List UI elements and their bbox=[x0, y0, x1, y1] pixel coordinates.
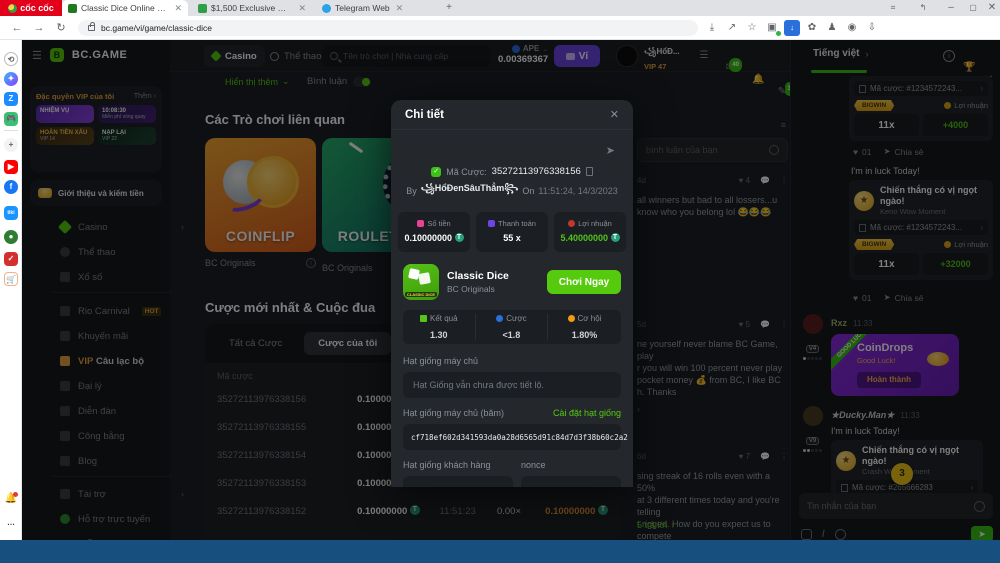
bet-id-row: ✓ Mã Cược: 35272113976338156 bbox=[391, 166, 633, 177]
history-icon[interactable]: ⟲ bbox=[4, 52, 18, 66]
bcgame-favicon-icon bbox=[68, 4, 77, 13]
download-manager-icon[interactable]: ↓ bbox=[784, 20, 800, 36]
bet-id-value: 35272113976338156 bbox=[492, 166, 581, 177]
browser-tab-strip: cốc cốc Classic Dice Online Slot - Pla ✕… bbox=[0, 0, 1000, 16]
coccoc-logo-icon bbox=[8, 4, 17, 13]
share-page-icon[interactable]: ↗ bbox=[724, 20, 740, 36]
modal-game-name[interactable]: Classic Dice bbox=[447, 270, 539, 282]
profile-icon[interactable]: ◉ bbox=[844, 20, 860, 36]
notification-bell-icon[interactable]: 🔔 bbox=[4, 492, 18, 506]
modal-close-icon[interactable]: ✕ bbox=[610, 108, 619, 121]
client-seed-box[interactable] bbox=[403, 476, 513, 487]
new-tab-button[interactable]: + bbox=[438, 0, 460, 16]
server-seed-label: Hạt giống máy chủ bbox=[403, 356, 621, 366]
tiki-icon[interactable]: tiki bbox=[4, 206, 18, 220]
stat-bet-target: Cược <1.8 bbox=[476, 314, 549, 340]
bet-stats-row: Số tiền 0.10000000 Thanh toán 55 x Lợi n… bbox=[391, 212, 633, 252]
extension-a-icon[interactable]: ✿ bbox=[804, 20, 820, 36]
sports-icon[interactable]: ● bbox=[4, 230, 18, 244]
zalo-icon[interactable]: Z bbox=[4, 92, 18, 106]
lock-icon bbox=[88, 25, 95, 31]
modal-game-row: CLASSIC DICE Classic Dice BC Originals C… bbox=[403, 264, 621, 300]
stat-amount: Số tiền 0.10000000 bbox=[398, 212, 470, 252]
player-name[interactable]: ꧁HổĐenSâuThẳm꧂ bbox=[421, 182, 519, 200]
modal-share-icon[interactable]: ➤ bbox=[606, 144, 615, 157]
window-minimize-button[interactable]: – bbox=[940, 0, 962, 16]
restore-tab-icon[interactable]: ↰ bbox=[912, 0, 934, 16]
promo-favicon-icon bbox=[198, 4, 207, 13]
forward-icon[interactable]: → bbox=[28, 22, 50, 34]
page-url: bc.game/vi/game/classic-dice bbox=[101, 23, 212, 33]
strip-divider bbox=[4, 130, 18, 131]
windows-taskbar: ▾ ⌃ ◁) ENG 11:51 AM 3/14/2023 bbox=[0, 540, 1000, 563]
stat-result: Kết quả 1.30 bbox=[403, 314, 476, 340]
tab-title: Classic Dice Online Slot - Pla bbox=[81, 3, 168, 13]
dice-icon bbox=[417, 220, 424, 227]
tab-close-icon[interactable]: ✕ bbox=[396, 3, 404, 14]
browser-address-bar: ← → ↻ bc.game/vi/game/classic-dice ⤓ ↗ ☆… bbox=[0, 16, 1000, 40]
tab-close-icon[interactable]: ✕ bbox=[174, 3, 182, 14]
coccoc-brand-label: cốc cốc bbox=[20, 3, 54, 13]
check-app-icon[interactable]: ✓ bbox=[4, 252, 18, 266]
coccoc-brand[interactable]: cốc cốc bbox=[0, 0, 62, 16]
url-field[interactable]: bc.game/vi/game/classic-dice bbox=[78, 20, 698, 36]
tab-title: $1,500 Exclusive Mid-week C bbox=[211, 3, 292, 13]
seed-settings-link[interactable]: Cài đặt hạt giống bbox=[553, 408, 621, 418]
result-icon bbox=[420, 315, 427, 322]
payout-icon bbox=[488, 220, 495, 227]
nonce-box[interactable] bbox=[521, 476, 621, 487]
youtube-icon[interactable]: ▶ bbox=[4, 160, 18, 174]
downloads-icon[interactable]: ⇩ bbox=[864, 20, 880, 36]
client-seed-row: Hạt giống khách hàng nonce bbox=[403, 460, 621, 470]
stat-chance: Cơ hội 1.80% bbox=[548, 314, 621, 340]
adblock-icon[interactable]: ▣ bbox=[764, 20, 780, 36]
profit-icon bbox=[568, 220, 575, 227]
result-stats-strip: Kết quả 1.30 Cược <1.8 Cơ hội 1.80% bbox=[403, 310, 621, 344]
verified-icon: ✓ bbox=[431, 167, 441, 177]
browser-tab-3[interactable]: Telegram Web ✕ bbox=[316, 0, 434, 16]
games-icon[interactable]: 🎮 bbox=[4, 112, 18, 126]
server-seed-box[interactable]: Hạt Giống vẫn chưa được tiết lộ. bbox=[403, 372, 621, 398]
bookmark-star-icon[interactable]: ☆ bbox=[744, 20, 760, 36]
stat-profit: Lợi nhuận 5.40000000 bbox=[554, 212, 626, 252]
window-close-button[interactable]: ✕ bbox=[984, 0, 1000, 16]
strip-more-icon[interactable]: … bbox=[4, 516, 18, 530]
tether-coin-icon bbox=[455, 233, 464, 242]
qr-scan-icon[interactable]: ⌗ bbox=[882, 0, 904, 16]
messenger-icon[interactable]: ✦ bbox=[4, 72, 18, 86]
tether-coin-icon bbox=[611, 233, 620, 242]
modal-game-provider: BC Originals bbox=[447, 284, 539, 294]
bet-icon bbox=[496, 315, 503, 322]
reload-icon[interactable]: ↻ bbox=[50, 21, 72, 34]
bet-datetime: 11:51:24, 14/3/2023 bbox=[538, 186, 617, 196]
bet-by-row: By ꧁HổĐenSâuThẳm꧂ On 11:51:24, 14/3/2023 bbox=[391, 182, 633, 200]
window-maximize-button[interactable]: ▢ bbox=[962, 0, 984, 16]
bet-details-modal: Chi tiết ✕ ➤ ✓ Mã Cược: 3527211397633815… bbox=[391, 100, 633, 487]
play-now-button[interactable]: Chơi Ngay bbox=[547, 270, 621, 294]
tab-close-icon[interactable]: ✕ bbox=[298, 3, 306, 14]
browser-tab-2[interactable]: $1,500 Exclusive Mid-week C ✕ bbox=[192, 0, 312, 16]
copy-icon[interactable] bbox=[586, 167, 593, 176]
browser-side-strip: ⟲ ✦ Z 🎮 + ▶ f tiki ● ✓ 🛒 🔔 … bbox=[0, 40, 22, 540]
browser-tab-1[interactable]: Classic Dice Online Slot - Pla ✕ bbox=[62, 0, 188, 16]
extension-b-icon[interactable]: ♟ bbox=[824, 20, 840, 36]
classic-dice-icon: CLASSIC DICE bbox=[403, 264, 439, 300]
tab-title: Telegram Web bbox=[335, 3, 390, 13]
hashed-seed-row: Hạt giống máy chủ (băm) Cài đặt hạt giốn… bbox=[403, 408, 621, 418]
stat-payout: Thanh toán 55 x bbox=[476, 212, 548, 252]
back-icon[interactable]: ← bbox=[6, 22, 28, 34]
save-page-icon[interactable]: ⤓ bbox=[704, 20, 720, 36]
add-shortcut-icon[interactable]: + bbox=[4, 138, 18, 152]
hashed-seed-box[interactable]: cf718ef602d341593da0a28d6565d91c84d7d3f3… bbox=[403, 424, 621, 450]
facebook-icon[interactable]: f bbox=[4, 180, 18, 194]
client-seed-inputs bbox=[403, 476, 621, 487]
modal-title: Chi tiết bbox=[405, 109, 444, 121]
chance-icon bbox=[568, 315, 575, 322]
telegram-favicon-icon bbox=[322, 4, 331, 13]
modal-header: Chi tiết ✕ bbox=[391, 100, 633, 130]
cart-icon[interactable]: 🛒 bbox=[4, 272, 18, 286]
